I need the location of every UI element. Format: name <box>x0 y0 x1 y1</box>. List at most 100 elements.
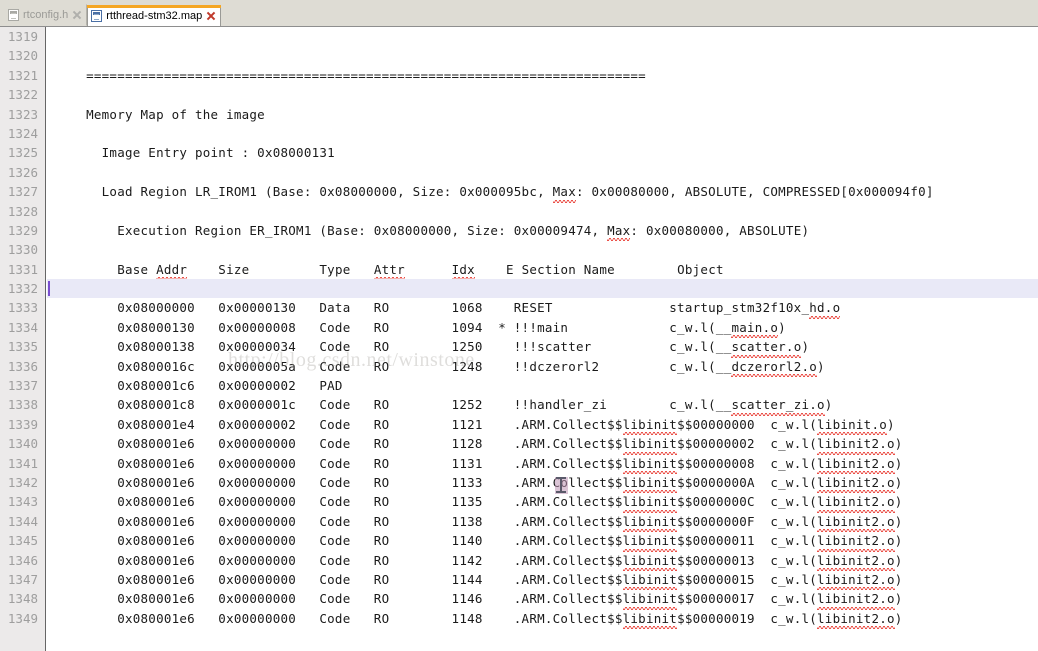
spellcheck-underline: libinit2.o <box>817 589 895 611</box>
spellcheck-underline: libinit <box>622 531 678 552</box>
line-number: 1326 <box>7 164 38 180</box>
code-line[interactable]: 0x08000000 0x00000130 Data RO 1068 RESET… <box>47 298 1038 320</box>
line-number: 1338 <box>7 397 38 413</box>
line-number: 1332 <box>7 281 38 297</box>
tab-rtthread-stm32-map[interactable]: rtthread-stm32.map <box>87 5 222 26</box>
close-icon[interactable] <box>206 11 216 21</box>
code-line[interactable]: 0x08000138 0x00000034 Code RO 1250 !!!sc… <box>47 337 1038 359</box>
code-line[interactable]: Load Region LR_IROM1 (Base: 0x08000000, … <box>47 182 1038 203</box>
line-number: 1342 <box>7 474 38 490</box>
text-editor[interactable]: 1319 1320 1321 1322 1323 1324 1325 1326 1327 1328… <box>0 27 1038 651</box>
spellcheck-underline: Addr <box>156 260 188 281</box>
line-number: 1324 <box>7 125 38 141</box>
code-line[interactable]: 0x080001e6 0x00000000 Code RO 1138 .ARM.… <box>47 512 1038 533</box>
spellcheck-underline: libinit2.o <box>817 512 895 533</box>
spellcheck-underline: Max <box>552 182 577 203</box>
line-number: 1321 <box>7 67 38 83</box>
code-line[interactable]: Memory Map of the image <box>47 105 1038 124</box>
spellcheck-underline: dczerorl2.o <box>731 357 817 378</box>
code-line[interactable] <box>47 27 1038 46</box>
line-number: 1341 <box>7 455 38 471</box>
code-line[interactable]: Base Addr Size Type Attr Idx E Section N… <box>47 260 1038 281</box>
spellcheck-underline: libinit <box>622 492 678 514</box>
tab-label: rtconfig.h <box>23 8 69 21</box>
editor-tab-bar: rtconfig.h rtthread-stm32.map <box>0 0 1038 27</box>
line-number: 1333 <box>7 300 38 316</box>
spellcheck-underline: libinit2.o <box>817 434 895 456</box>
code-line[interactable]: 0x080001e6 0x00000000 Code RO 1135 .ARM.… <box>47 492 1038 514</box>
spellcheck-underline: scatter.o <box>731 337 802 359</box>
code-line[interactable] <box>47 124 1038 143</box>
code-line[interactable]: 0x080001e6 0x00000000 Code RO 1131 .ARM.… <box>47 454 1038 475</box>
spellcheck-underline: main.o <box>731 318 778 339</box>
line-number: 1343 <box>7 494 38 510</box>
spellcheck-underline: libinit.o <box>817 415 888 436</box>
spellcheck-underline: libinit <box>622 609 678 630</box>
code-line[interactable]: 0x080001c6 0x00000002 PAD <box>47 376 1038 395</box>
line-number: 1331 <box>7 261 38 277</box>
spellcheck-underline: libinit <box>622 473 678 494</box>
spellcheck-underline: libinit <box>622 589 678 611</box>
line-number: 1336 <box>7 358 38 374</box>
spellcheck-underline: libinit <box>622 512 678 533</box>
spellcheck-underline: libinit <box>622 434 678 456</box>
code-line[interactable]: ========================================… <box>47 66 1038 85</box>
spellcheck-underline: Max <box>607 221 631 242</box>
spellcheck-underline: libinit <box>622 551 678 572</box>
spellcheck-underline: libinit <box>622 454 678 475</box>
spellcheck-underline: hd.o <box>809 298 841 320</box>
code-line[interactable] <box>47 202 1038 221</box>
line-number-gutter: 1319 1320 1321 1322 1323 1324 1325 1326 1327 1328… <box>0 27 46 651</box>
tab-label: rtthread-stm32.map <box>106 10 203 22</box>
line-number: 1345 <box>7 533 38 549</box>
spellcheck-underline: scatter_zi.o <box>731 395 826 417</box>
code-line[interactable]: 0x080001e6 0x00000000 Code RO 1133 .ARM.… <box>47 473 1038 494</box>
code-line[interactable] <box>47 240 1038 259</box>
line-number: 1337 <box>7 378 38 394</box>
line-number: 1319 <box>7 29 38 44</box>
spellcheck-underline: libinit2.o <box>817 473 895 494</box>
code-line[interactable] <box>47 46 1038 65</box>
code-line[interactable]: 0x080001e6 0x00000000 Code RO 1140 .ARM.… <box>47 531 1038 552</box>
code-line[interactable]: 0x080001c8 0x0000001c Code RO 1252 !!han… <box>47 395 1038 417</box>
spellcheck-underline: libinit <box>622 415 678 436</box>
line-number: 1348 <box>7 591 38 607</box>
code-line[interactable] <box>47 85 1038 104</box>
code-line[interactable]: 0x080001e6 0x00000000 Code RO 1128 .ARM.… <box>47 434 1038 456</box>
code-area[interactable]: ========================================… <box>47 27 1038 651</box>
code-line[interactable]: 0x080001e6 0x00000000 Code RO 1146 .ARM.… <box>47 589 1038 611</box>
file-icon <box>91 9 103 22</box>
code-line[interactable]: Image Entry point : 0x08000131 <box>47 143 1038 162</box>
line-number: 1330 <box>7 242 38 258</box>
line-number: 1339 <box>7 416 38 432</box>
line-number: 1334 <box>7 319 38 335</box>
line-number: 1320 <box>7 48 38 64</box>
spellcheck-underline: libinit2.o <box>817 609 895 630</box>
line-number: 1346 <box>7 552 38 568</box>
line-number: 1344 <box>7 513 38 529</box>
line-number: 1322 <box>7 87 38 103</box>
line-number: 1325 <box>7 145 38 161</box>
line-number: 1327 <box>7 184 38 200</box>
code-line[interactable]: 0x0800016c 0x0000005a Code RO 1248 !!dcz… <box>47 357 1038 378</box>
code-line[interactable]: 0x080001e6 0x00000000 Code RO 1142 .ARM.… <box>47 551 1038 572</box>
tab-rtconfig-h[interactable]: rtconfig.h <box>4 4 88 26</box>
line-number: 1347 <box>7 571 38 587</box>
spellcheck-underline: libinit2.o <box>817 531 895 552</box>
code-line[interactable]: 0x08000130 0x00000008 Code RO 1094 * !!!… <box>47 318 1038 339</box>
code-line[interactable]: 0x080001e6 0x00000000 Code RO 1144 .ARM.… <box>47 570 1038 591</box>
code-line[interactable]: Execution Region ER_IROM1 (Base: 0x08000… <box>47 221 1038 242</box>
spellcheck-underline: libinit2.o <box>817 551 895 572</box>
line-number: 1335 <box>7 339 38 355</box>
code-line[interactable] <box>47 163 1038 182</box>
code-line[interactable]: 0x080001e4 0x00000002 Code RO 1121 .ARM.… <box>47 415 1038 436</box>
code-line[interactable]: 0x080001e6 0x00000000 Code RO 1148 .ARM.… <box>47 609 1038 630</box>
line-number: 1329 <box>7 222 38 238</box>
close-icon[interactable] <box>72 10 82 20</box>
line-number: 1349 <box>7 610 38 626</box>
spellcheck-underline: libinit2.o <box>817 492 895 514</box>
line-number: 1340 <box>7 436 38 452</box>
line-number: 1328 <box>7 203 38 219</box>
spellcheck-underline: Attr <box>373 260 406 281</box>
code-line[interactable] <box>47 279 1038 299</box>
